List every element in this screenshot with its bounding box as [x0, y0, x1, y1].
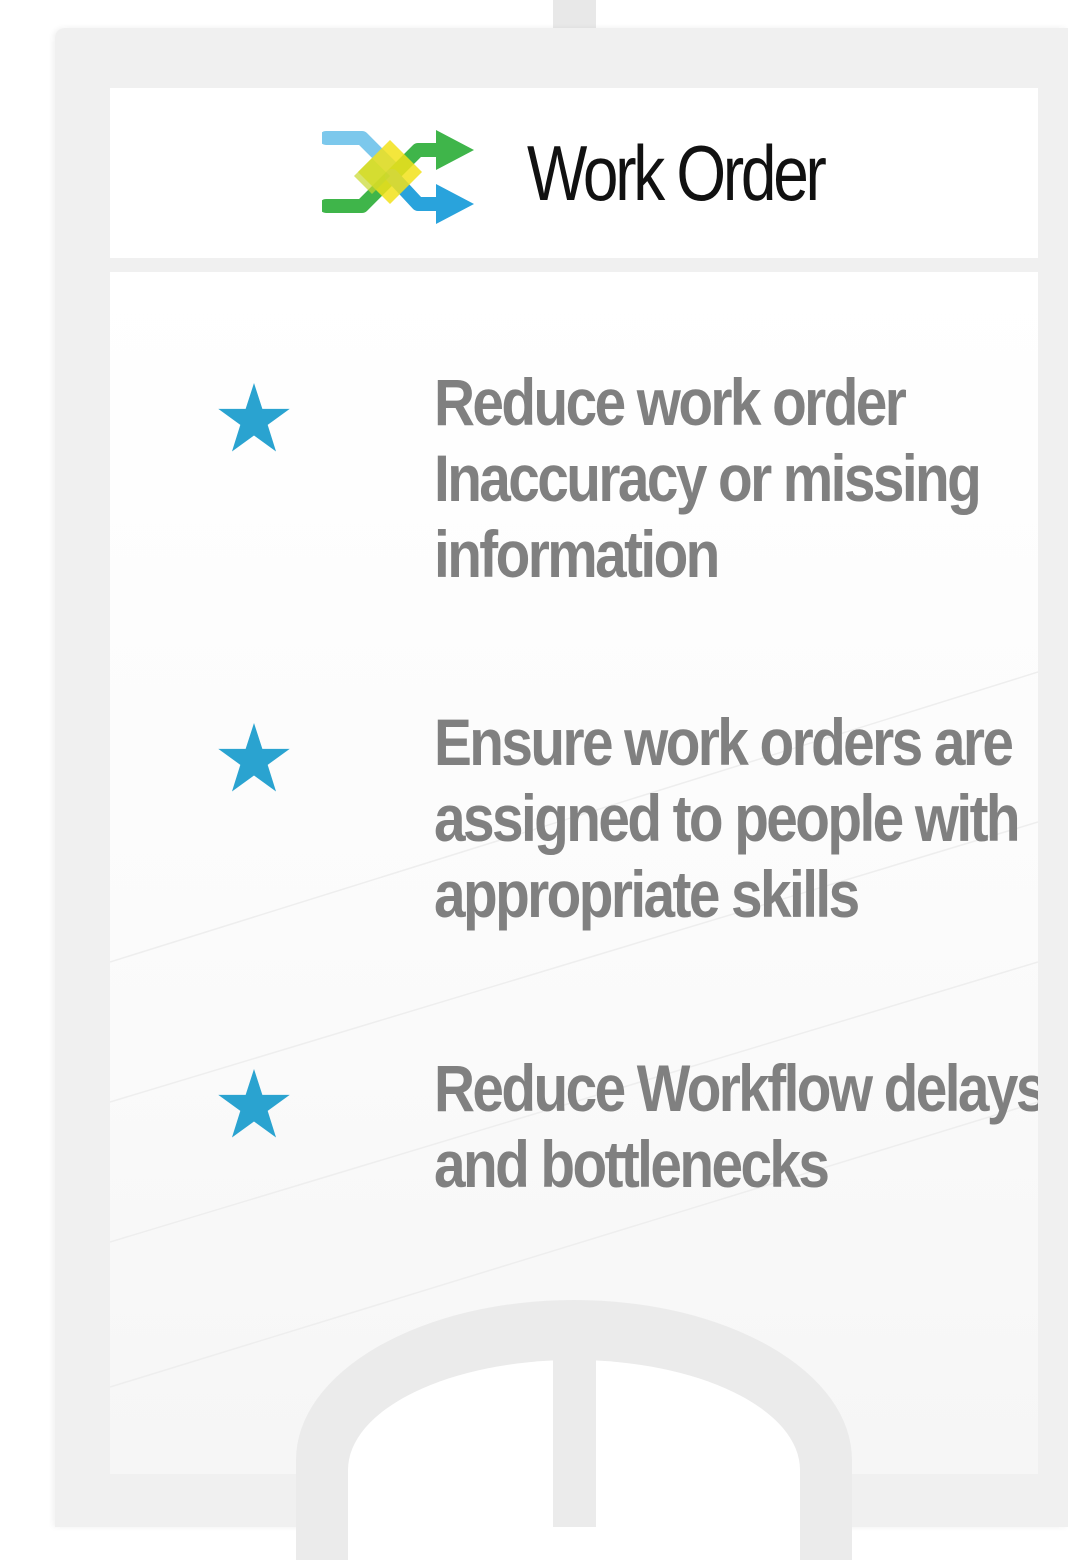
bullet-text: Reduce Workflow delays and bottlenecks [434, 1050, 1038, 1202]
star-icon [218, 383, 290, 452]
bullet-text: Ensure work orders are assigned to peopl… [434, 704, 1038, 932]
bullet-line: assigned to people with [434, 781, 1021, 855]
shuffle-arrows-icon [321, 130, 474, 224]
bottom-connector [553, 1360, 596, 1527]
bullet-line: Inaccuracy or missing [434, 441, 982, 515]
bullet-line: Reduce work order [434, 365, 907, 439]
bullet-line: Ensure work orders are [434, 705, 1014, 779]
star-icon [218, 1069, 290, 1138]
top-connector [553, 0, 596, 30]
bullet-text: Reduce work order Inaccuracy or missing … [434, 364, 1038, 592]
page-title: Work Order [526, 128, 827, 217]
bullet-line: Reduce Workflow delays [434, 1051, 1038, 1125]
content-panel: Reduce work order Inaccuracy or missing … [110, 272, 1038, 1474]
bullet-line: information [434, 517, 720, 591]
header: Work Order [110, 88, 1038, 258]
star-icon [218, 723, 290, 792]
bullet-line: appropriate skills [434, 857, 860, 931]
bullet-line: and bottlenecks [434, 1127, 830, 1201]
